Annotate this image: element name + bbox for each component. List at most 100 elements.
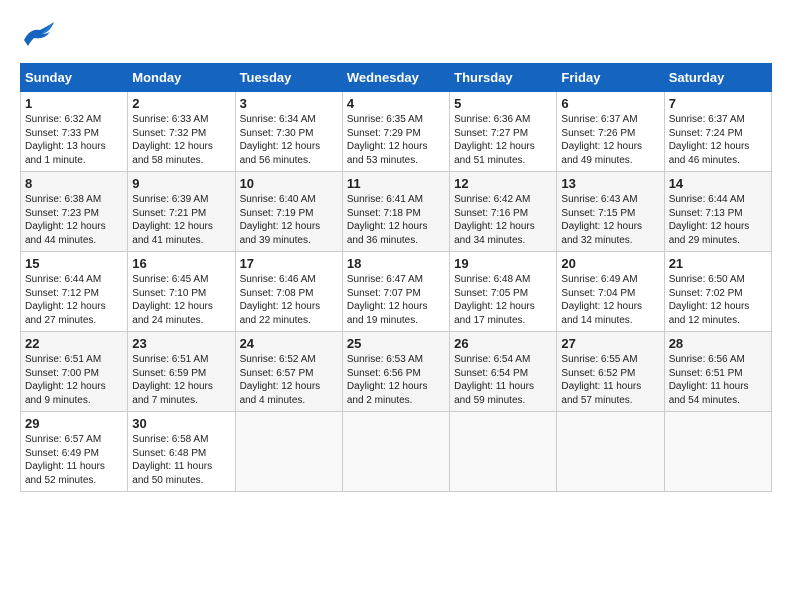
- calendar-cell: 30 Sunrise: 6:58 AM Sunset: 6:48 PM Dayli…: [128, 412, 235, 492]
- weekday-header: Friday: [557, 64, 664, 92]
- day-info: Sunrise: 6:44 AM Sunset: 7:13 PM Dayligh…: [669, 193, 767, 247]
- day-number: 14: [669, 176, 767, 191]
- weekday-header: Thursday: [450, 64, 557, 92]
- day-info: Sunrise: 6:45 AM Sunset: 7:10 PM Dayligh…: [132, 273, 230, 327]
- day-info: Sunrise: 6:51 AM Sunset: 6:59 PM Dayligh…: [132, 353, 230, 407]
- day-number: 6: [561, 96, 659, 111]
- day-info: Sunrise: 6:40 AM Sunset: 7:19 PM Dayligh…: [240, 193, 338, 247]
- calendar-cell: 18 Sunrise: 6:47 AM Sunset: 7:07 PM Dayli…: [342, 252, 449, 332]
- day-number: 29: [25, 416, 123, 431]
- calendar-cell: [664, 412, 771, 492]
- calendar-cell: 4 Sunrise: 6:35 AM Sunset: 7:29 PM Daylig…: [342, 92, 449, 172]
- calendar-cell: 6 Sunrise: 6:37 AM Sunset: 7:26 PM Daylig…: [557, 92, 664, 172]
- day-number: 30: [132, 416, 230, 431]
- logo-icon: [20, 20, 56, 53]
- calendar-cell: [342, 412, 449, 492]
- calendar-cell: [235, 412, 342, 492]
- logo: [20, 20, 58, 53]
- page-header: [20, 20, 772, 53]
- weekday-header: Saturday: [664, 64, 771, 92]
- calendar-cell: 19 Sunrise: 6:48 AM Sunset: 7:05 PM Dayli…: [450, 252, 557, 332]
- calendar-cell: 14 Sunrise: 6:44 AM Sunset: 7:13 PM Dayli…: [664, 172, 771, 252]
- day-info: Sunrise: 6:35 AM Sunset: 7:29 PM Dayligh…: [347, 113, 445, 167]
- calendar-cell: 25 Sunrise: 6:53 AM Sunset: 6:56 PM Dayli…: [342, 332, 449, 412]
- calendar-cell: 15Sunrise: 6:44 AM Sunset: 7:12 PM Dayli…: [21, 252, 128, 332]
- day-number: 22: [25, 336, 123, 351]
- day-info: Sunrise: 6:51 AM Sunset: 7:00 PM Dayligh…: [25, 353, 123, 407]
- day-info: Sunrise: 6:32 AM Sunset: 7:33 PM Dayligh…: [25, 113, 123, 167]
- day-info: Sunrise: 6:47 AM Sunset: 7:07 PM Dayligh…: [347, 273, 445, 327]
- day-info: Sunrise: 6:38 AM Sunset: 7:23 PM Dayligh…: [25, 193, 123, 247]
- calendar-cell: 8 Sunrise: 6:38 AM Sunset: 7:23 PM Daylig…: [21, 172, 128, 252]
- calendar-cell: 24 Sunrise: 6:52 AM Sunset: 6:57 PM Dayli…: [235, 332, 342, 412]
- calendar-cell: 1 Sunrise: 6:32 AM Sunset: 7:33 PM Daylig…: [21, 92, 128, 172]
- calendar-cell: 3 Sunrise: 6:34 AM Sunset: 7:30 PM Daylig…: [235, 92, 342, 172]
- day-info: Sunrise: 6:57 AM Sunset: 6:49 PM Dayligh…: [25, 433, 123, 487]
- calendar-week: 15Sunrise: 6:44 AM Sunset: 7:12 PM Dayli…: [21, 252, 772, 332]
- day-info: Sunrise: 6:58 AM Sunset: 6:48 PM Dayligh…: [132, 433, 230, 487]
- day-info: Sunrise: 6:48 AM Sunset: 7:05 PM Dayligh…: [454, 273, 552, 327]
- day-number: 28: [669, 336, 767, 351]
- day-number: 23: [132, 336, 230, 351]
- calendar-week: 29 Sunrise: 6:57 AM Sunset: 6:49 PM Dayli…: [21, 412, 772, 492]
- day-info: Sunrise: 6:50 AM Sunset: 7:02 PM Dayligh…: [669, 273, 767, 327]
- calendar-cell: 22 Sunrise: 6:51 AM Sunset: 7:00 PM Dayli…: [21, 332, 128, 412]
- calendar-cell: 23 Sunrise: 6:51 AM Sunset: 6:59 PM Dayli…: [128, 332, 235, 412]
- calendar-cell: 17 Sunrise: 6:46 AM Sunset: 7:08 PM Dayli…: [235, 252, 342, 332]
- day-number: 20: [561, 256, 659, 271]
- day-number: 3: [240, 96, 338, 111]
- day-number: 18: [347, 256, 445, 271]
- day-info: Sunrise: 6:52 AM Sunset: 6:57 PM Dayligh…: [240, 353, 338, 407]
- day-number: 17: [240, 256, 338, 271]
- day-number: 16: [132, 256, 230, 271]
- day-number: 24: [240, 336, 338, 351]
- weekday-header: Sunday: [21, 64, 128, 92]
- calendar-cell: 13 Sunrise: 6:43 AM Sunset: 7:15 PM Dayli…: [557, 172, 664, 252]
- weekday-header: Monday: [128, 64, 235, 92]
- calendar-cell: 29 Sunrise: 6:57 AM Sunset: 6:49 PM Dayli…: [21, 412, 128, 492]
- day-number: 1: [25, 96, 123, 111]
- calendar-cell: 26Sunrise: 6:54 AM Sunset: 6:54 PM Dayli…: [450, 332, 557, 412]
- day-info: Sunrise: 6:42 AM Sunset: 7:16 PM Dayligh…: [454, 193, 552, 247]
- calendar-cell: 21Sunrise: 6:50 AM Sunset: 7:02 PM Dayli…: [664, 252, 771, 332]
- day-number: 7: [669, 96, 767, 111]
- day-info: Sunrise: 6:44 AM Sunset: 7:12 PM Dayligh…: [25, 273, 123, 327]
- day-number: 2: [132, 96, 230, 111]
- day-info: Sunrise: 6:34 AM Sunset: 7:30 PM Dayligh…: [240, 113, 338, 167]
- calendar-cell: 11Sunrise: 6:41 AM Sunset: 7:18 PM Dayli…: [342, 172, 449, 252]
- day-number: 12: [454, 176, 552, 191]
- calendar-table: SundayMondayTuesdayWednesdayThursdayFrid…: [20, 63, 772, 492]
- calendar-week: 8 Sunrise: 6:38 AM Sunset: 7:23 PM Daylig…: [21, 172, 772, 252]
- day-info: Sunrise: 6:46 AM Sunset: 7:08 PM Dayligh…: [240, 273, 338, 327]
- day-info: Sunrise: 6:39 AM Sunset: 7:21 PM Dayligh…: [132, 193, 230, 247]
- day-info: Sunrise: 6:53 AM Sunset: 6:56 PM Dayligh…: [347, 353, 445, 407]
- day-number: 10: [240, 176, 338, 191]
- calendar-cell: 27Sunrise: 6:55 AM Sunset: 6:52 PM Dayli…: [557, 332, 664, 412]
- day-info: Sunrise: 6:33 AM Sunset: 7:32 PM Dayligh…: [132, 113, 230, 167]
- day-info: Sunrise: 6:55 AM Sunset: 6:52 PM Dayligh…: [561, 353, 659, 407]
- calendar-cell: 5Sunrise: 6:36 AM Sunset: 7:27 PM Daylig…: [450, 92, 557, 172]
- calendar-cell: 20 Sunrise: 6:49 AM Sunset: 7:04 PM Dayli…: [557, 252, 664, 332]
- calendar-cell: [450, 412, 557, 492]
- weekday-header: Wednesday: [342, 64, 449, 92]
- calendar-week: 1 Sunrise: 6:32 AM Sunset: 7:33 PM Daylig…: [21, 92, 772, 172]
- day-info: Sunrise: 6:37 AM Sunset: 7:26 PM Dayligh…: [561, 113, 659, 167]
- day-info: Sunrise: 6:49 AM Sunset: 7:04 PM Dayligh…: [561, 273, 659, 327]
- calendar-header: SundayMondayTuesdayWednesdayThursdayFrid…: [21, 64, 772, 92]
- day-info: Sunrise: 6:36 AM Sunset: 7:27 PM Dayligh…: [454, 113, 552, 167]
- calendar-week: 22 Sunrise: 6:51 AM Sunset: 7:00 PM Dayli…: [21, 332, 772, 412]
- day-number: 25: [347, 336, 445, 351]
- calendar-cell: 10 Sunrise: 6:40 AM Sunset: 7:19 PM Dayli…: [235, 172, 342, 252]
- weekday-header: Tuesday: [235, 64, 342, 92]
- day-info: Sunrise: 6:43 AM Sunset: 7:15 PM Dayligh…: [561, 193, 659, 247]
- day-number: 8: [25, 176, 123, 191]
- calendar-cell: 16 Sunrise: 6:45 AM Sunset: 7:10 PM Dayli…: [128, 252, 235, 332]
- day-number: 19: [454, 256, 552, 271]
- day-number: 9: [132, 176, 230, 191]
- day-info: Sunrise: 6:41 AM Sunset: 7:18 PM Dayligh…: [347, 193, 445, 247]
- day-number: 13: [561, 176, 659, 191]
- day-info: Sunrise: 6:37 AM Sunset: 7:24 PM Dayligh…: [669, 113, 767, 167]
- day-number: 4: [347, 96, 445, 111]
- calendar-cell: 7 Sunrise: 6:37 AM Sunset: 7:24 PM Daylig…: [664, 92, 771, 172]
- calendar-cell: 2 Sunrise: 6:33 AM Sunset: 7:32 PM Daylig…: [128, 92, 235, 172]
